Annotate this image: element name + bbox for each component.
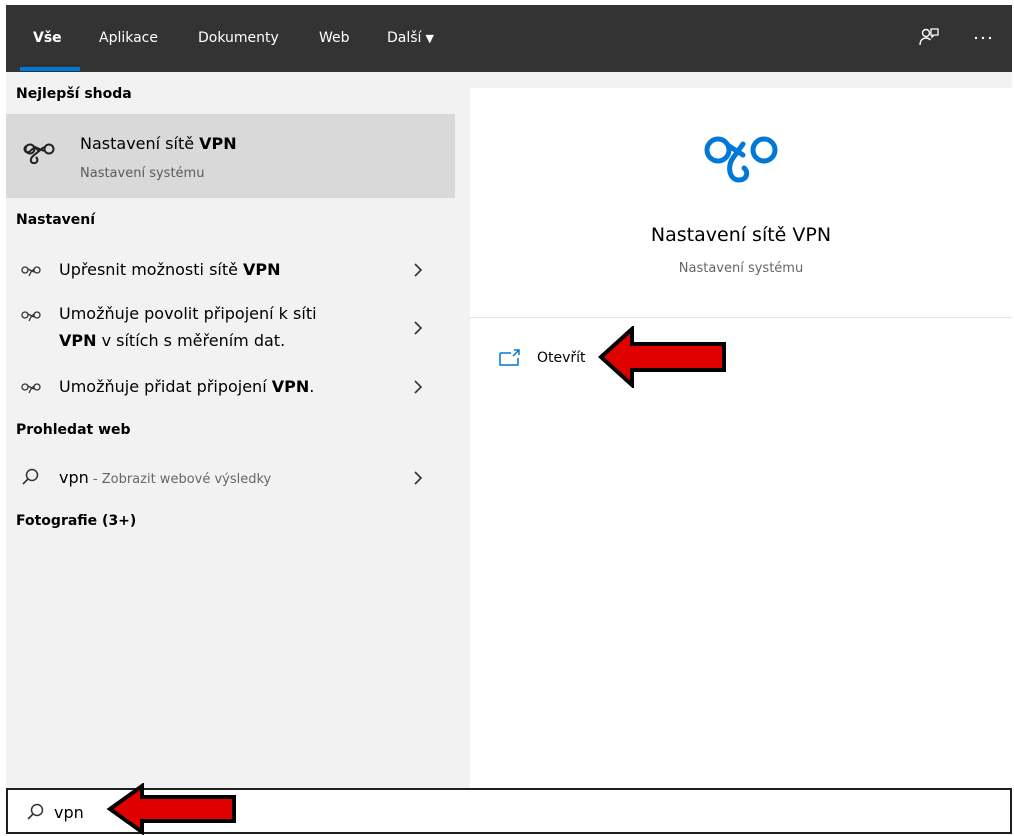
tab-web[interactable]: Web	[319, 5, 350, 72]
open-window-icon	[499, 349, 520, 366]
web-search-suffix: - Zobrazit webové výsledky	[88, 472, 272, 487]
search-icon	[27, 803, 44, 820]
annotation-arrow-search	[106, 783, 236, 835]
settings-item-text: v sítích s měřením dat.	[96, 331, 286, 350]
best-match-subtitle: Nastavení systému	[80, 166, 205, 181]
caret-down-icon: ▼	[425, 32, 434, 45]
vpn-small-icon	[21, 311, 41, 322]
vpn-small-icon	[21, 383, 41, 394]
settings-item-metered-vpn[interactable]: Umožňuje povolit připojení k síti VPN v …	[6, 298, 455, 358]
settings-item-advanced-vpn[interactable]: Upřesnit možnosti sítě VPN	[6, 252, 455, 288]
chevron-right-icon	[414, 380, 423, 394]
vpn-small-icon	[21, 266, 41, 277]
feedback-icon[interactable]	[918, 26, 940, 48]
group-header-photos[interactable]: Fotografie (3+)	[16, 513, 136, 529]
open-label: Otevřít	[537, 350, 586, 366]
tab-more[interactable]: Další ▼	[387, 5, 434, 72]
settings-item-highlight: VPN	[243, 260, 281, 279]
best-match-item[interactable]: Nastavení sítě VPN Nastavení systému	[6, 114, 455, 198]
settings-item-highlight: VPN	[271, 377, 310, 396]
active-tab-indicator	[20, 67, 80, 71]
tab-all[interactable]: Vše	[33, 5, 62, 72]
detail-title: Nastavení sítě VPN	[650, 224, 832, 246]
divider	[470, 317, 1012, 318]
web-search-item[interactable]: vpn - Zobrazit webové výsledky	[6, 460, 455, 496]
settings-item-highlight: VPN	[59, 331, 97, 350]
settings-item-line2: VPN v sítích s měřením dat.	[59, 327, 317, 354]
group-header-settings: Nastavení	[16, 212, 96, 228]
group-header-best-match: Nejlepší shoda	[16, 86, 132, 102]
tab-more-label: Další	[387, 30, 422, 46]
best-match-title: Nastavení sítě VPN	[80, 134, 237, 153]
tab-apps[interactable]: Aplikace	[99, 5, 158, 72]
chevron-right-icon	[414, 321, 423, 335]
annotation-arrow-open	[598, 326, 726, 388]
settings-item-label: Upřesnit možnosti sítě VPN	[59, 256, 281, 283]
detail-subtitle: Nastavení systému	[678, 261, 804, 276]
settings-item-line1: Umožňuje povolit připojení k síti	[59, 304, 317, 323]
open-action[interactable]: Otevřít	[498, 340, 608, 376]
search-window: Vše Aplikace Dokumenty Web Další ▼ Nejlep…	[6, 5, 1012, 835]
more-options-icon[interactable]	[972, 26, 994, 48]
best-match-title-text: Nastavení sítě	[80, 134, 200, 153]
settings-item-text: Umožňuje přidat připojení	[59, 377, 272, 396]
filter-tab-bar: Vše Aplikace Dokumenty Web Další ▼	[6, 5, 1012, 72]
web-search-label: vpn - Zobrazit webové výsledky	[59, 464, 271, 493]
settings-item-label: Umožňuje povolit připojení k síti VPN v …	[59, 300, 317, 354]
group-header-web: Prohledat web	[16, 422, 131, 438]
detail-pane: Nastavení sítě VPN Nastavení systému Ote…	[470, 88, 1012, 792]
settings-item-label: Umožňuje přidat připojení VPN.	[59, 373, 314, 400]
chevron-right-icon	[414, 471, 423, 485]
settings-item-text-end: .	[309, 377, 315, 396]
vpn-large-icon	[704, 136, 778, 183]
vpn-icon	[23, 143, 55, 165]
search-icon	[22, 468, 39, 485]
settings-item-add-vpn[interactable]: Umožňuje přidat připojení VPN.	[6, 369, 455, 405]
settings-item-text: Upřesnit možnosti sítě	[59, 260, 244, 279]
results-list: Nejlepší shoda Nastavení sítě VPN Nastav…	[6, 72, 455, 792]
chevron-right-icon	[414, 263, 423, 277]
tab-documents[interactable]: Dokumenty	[198, 5, 279, 72]
web-search-query: vpn	[59, 468, 89, 487]
best-match-title-highlight: VPN	[199, 134, 237, 153]
